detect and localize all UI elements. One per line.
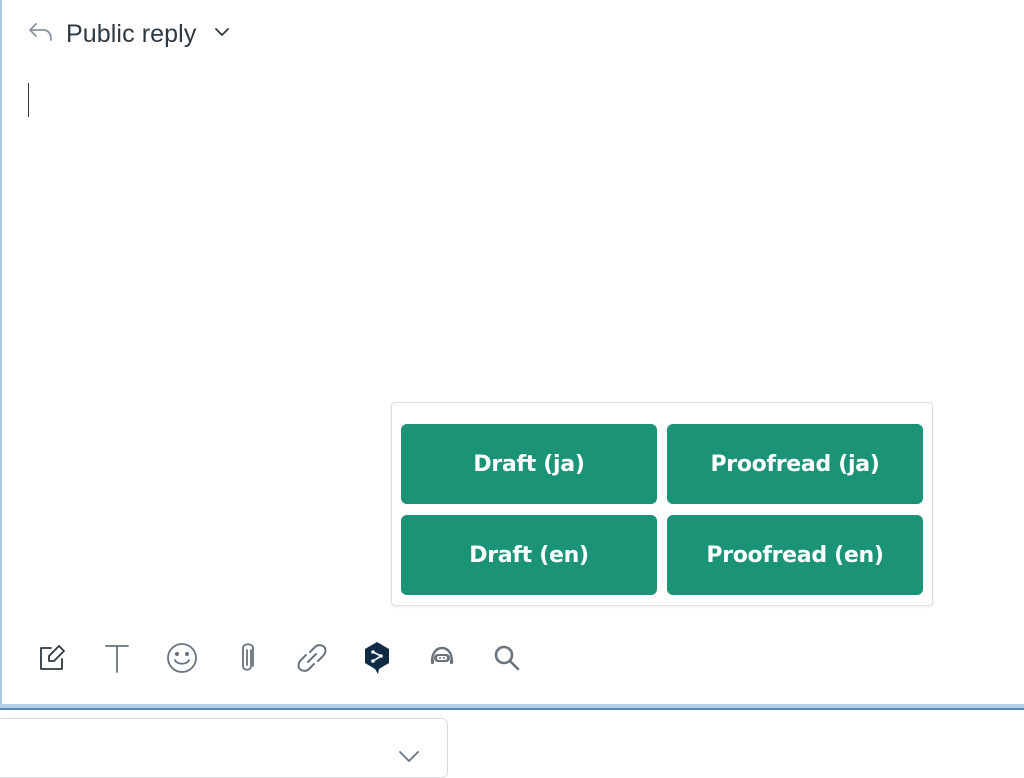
ai-bot-icon (428, 644, 456, 672)
draft-ja-button[interactable]: Draft (ja) (401, 424, 657, 504)
deepl-button[interactable] (357, 638, 397, 678)
proofread-ja-button[interactable]: Proofread (ja) (667, 424, 923, 504)
chevron-down-icon (196, 25, 230, 43)
macro-panel: Draft (ja) Proofread (ja) Draft (en) Pro… (391, 402, 933, 606)
ai-bot-button[interactable] (422, 638, 462, 678)
emoji-icon (166, 642, 198, 674)
search-button[interactable] (487, 638, 527, 678)
bottom-dropdown[interactable] (0, 718, 448, 778)
link-button[interactable] (292, 638, 332, 678)
text-cursor (28, 83, 29, 117)
emoji-button[interactable] (162, 638, 202, 678)
editor-focus-border (0, 704, 1024, 710)
reply-editor[interactable]: Public reply Draft (ja) Proofread (ja) D… (0, 0, 1024, 706)
editor-toolbar (32, 636, 552, 680)
reply-channel-label: Public reply (66, 19, 197, 48)
compose-icon (37, 643, 67, 673)
deepl-icon (363, 641, 391, 675)
proofread-en-button[interactable]: Proofread (en) (667, 515, 923, 595)
chevron-down-icon (398, 750, 420, 769)
attachment-button[interactable] (227, 638, 267, 678)
reply-channel-selector[interactable]: Public reply (28, 18, 230, 50)
text-format-icon (102, 642, 132, 674)
draft-en-button[interactable]: Draft (en) (401, 515, 657, 595)
reply-arrow-icon (28, 21, 66, 48)
search-icon (493, 644, 521, 672)
text-format-button[interactable] (97, 638, 137, 678)
compose-button[interactable] (32, 638, 72, 678)
attachment-icon (236, 641, 258, 675)
link-icon (296, 642, 328, 674)
